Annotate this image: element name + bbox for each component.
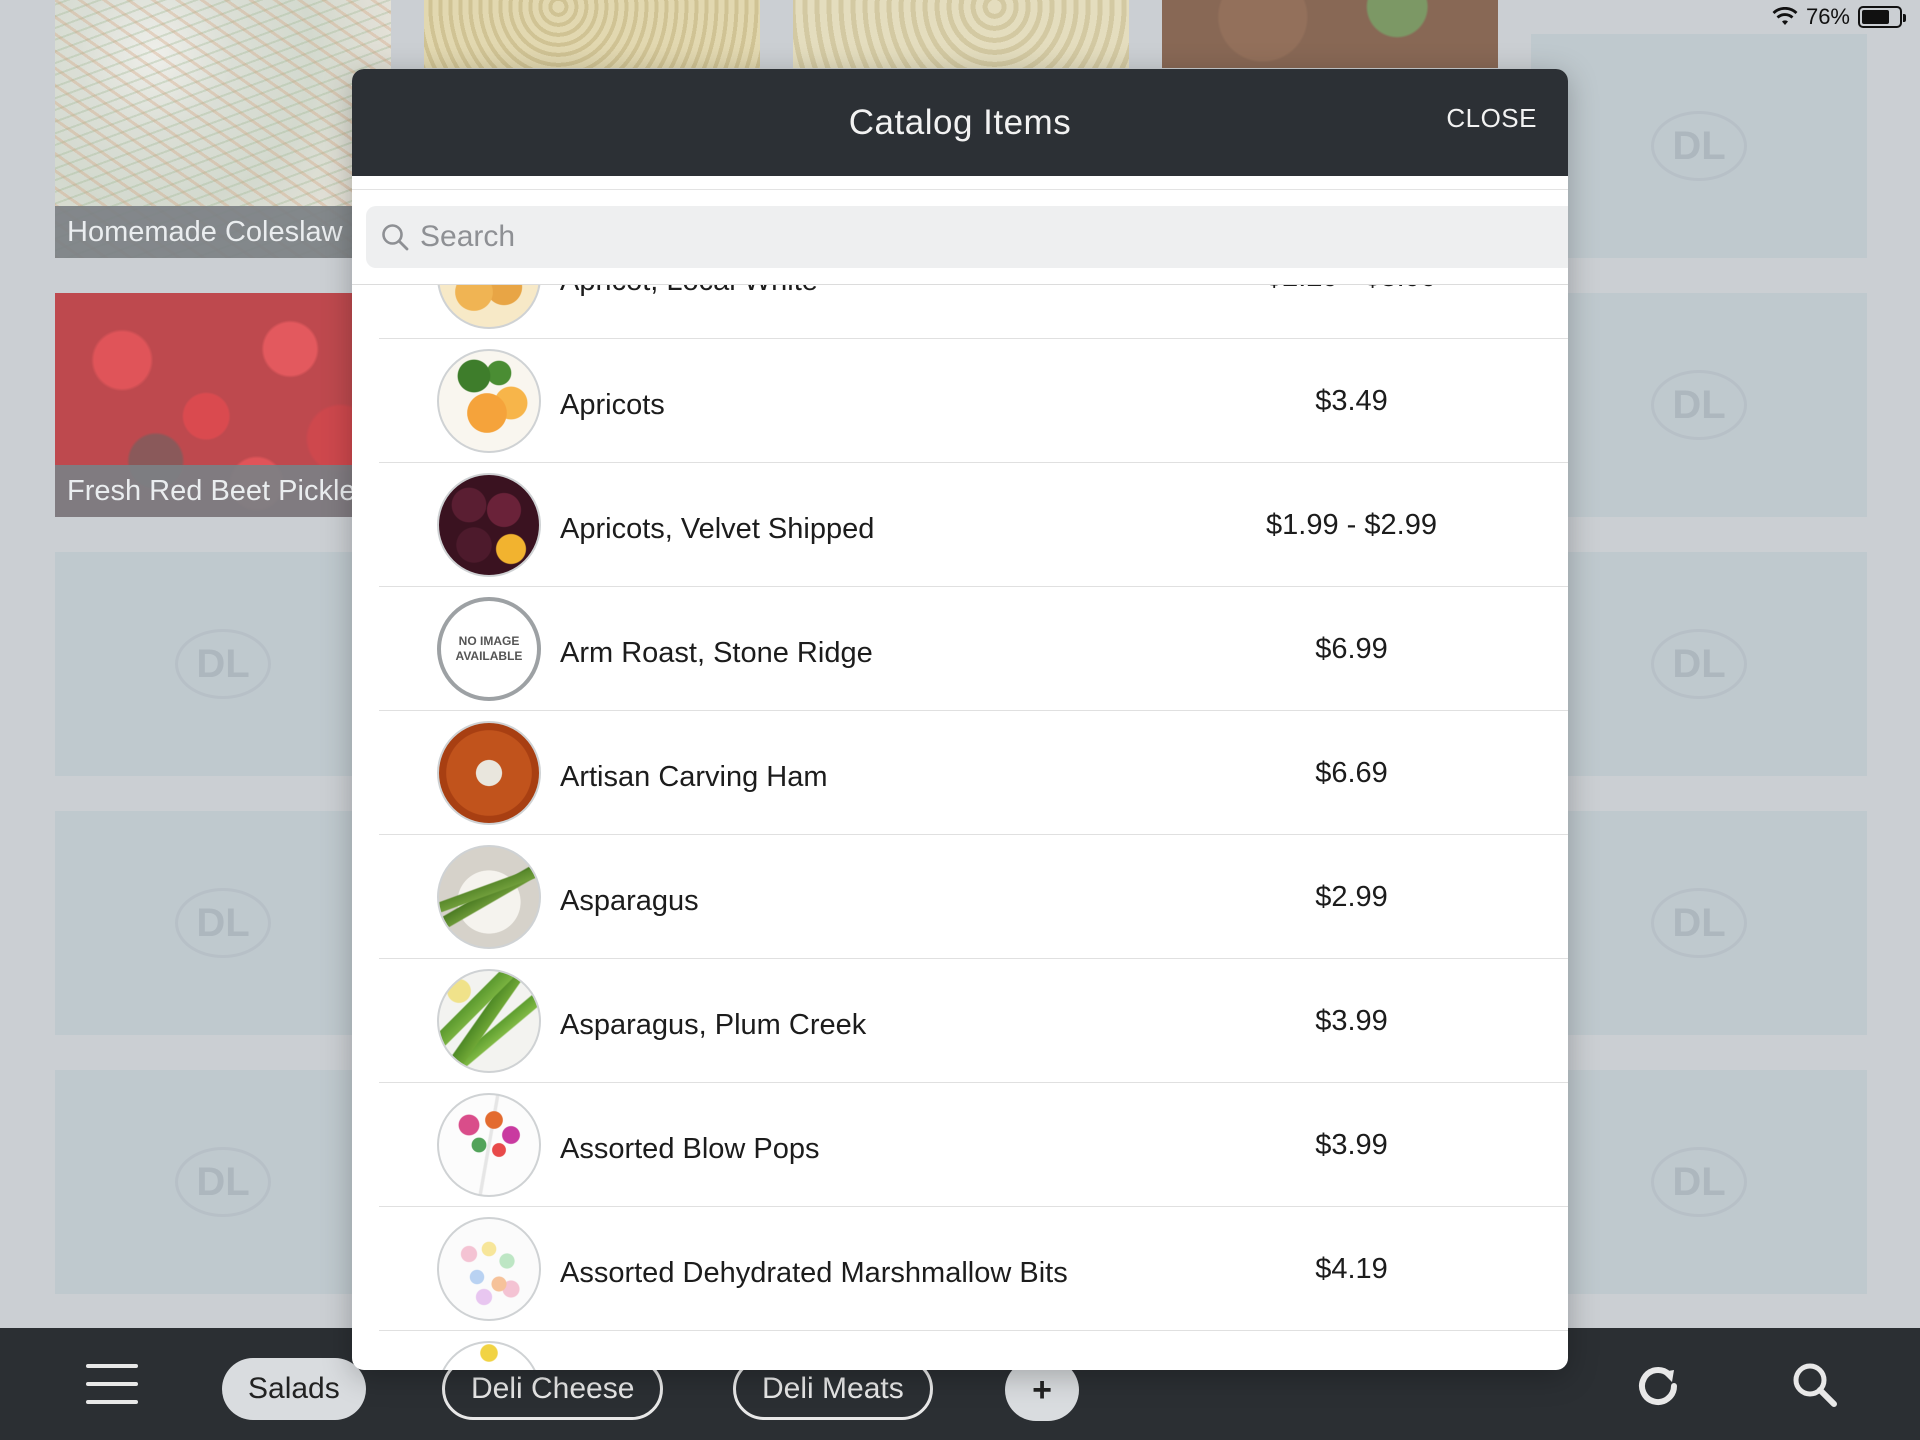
list-item[interactable]: NO IMAGE AVAILABLE Arm Roast, Stone Ridge…: [379, 587, 1568, 711]
product-thumbnail: [437, 349, 541, 453]
item-name: Apricots: [560, 388, 665, 421]
list-item[interactable]: Apricot, Local White $2.29 - $3.99: [379, 283, 1568, 339]
category-tab-salads[interactable]: Salads: [222, 1358, 366, 1420]
modal-title: Catalog Items: [848, 102, 1072, 142]
item-price: $3.99: [1315, 1128, 1388, 1161]
list-item[interactable]: Assorted Blow Pops $3.99: [379, 1083, 1568, 1207]
search-input[interactable]: [420, 220, 1320, 254]
item-price: $2.29 - $3.99: [1239, 283, 1464, 339]
battery-fill: [1862, 10, 1890, 24]
no-image-placeholder: NO IMAGE AVAILABLE: [437, 597, 541, 701]
list-item[interactable]: Asparagus $2.99: [379, 835, 1568, 959]
menu-icon[interactable]: [86, 1364, 138, 1404]
status-bar: 76%: [1772, 0, 1920, 34]
product-thumbnail: [437, 283, 541, 329]
item-price: $4.19: [1315, 1252, 1388, 1285]
battery-percent: 76%: [1805, 4, 1850, 29]
divider: [352, 284, 1568, 285]
search-box[interactable]: [366, 206, 1568, 268]
search-bar: [352, 189, 1568, 285]
product-thumbnail: [437, 1341, 541, 1370]
product-thumbnail: [437, 969, 541, 1073]
item-price: $3.99: [1315, 1004, 1388, 1037]
modal-header: Catalog Items CLOSE: [352, 69, 1568, 176]
search-icon[interactable]: [1786, 1356, 1846, 1416]
item-price: $3.49: [1315, 384, 1388, 417]
list-item[interactable]: Apricots, Velvet Shipped $1.99 - $2.99: [379, 463, 1568, 587]
search-icon: [382, 224, 409, 251]
item-name: Assorted Blow Pops: [560, 1132, 820, 1165]
item-name: Apricots, Velvet Shipped: [560, 512, 875, 545]
wifi-icon: [1772, 7, 1798, 25]
product-thumbnail: [437, 1093, 541, 1197]
item-name: Arm Roast, Stone Ridge: [560, 636, 873, 669]
catalog-list[interactable]: Apricot, Local White $2.29 - $3.99 Apric…: [352, 283, 1568, 1370]
product-thumbnail: [437, 1217, 541, 1321]
list-item[interactable]: Apricots $3.49: [379, 339, 1568, 463]
list-item[interactable]: [379, 1331, 1568, 1370]
product-thumbnail: [437, 721, 541, 825]
item-name: Apricot, Local White: [560, 283, 818, 339]
item-price: $6.69: [1315, 756, 1388, 789]
battery-icon: [1858, 6, 1906, 28]
catalog-items-modal: Catalog Items CLOSE Apricot, Local White…: [352, 69, 1568, 1370]
close-button[interactable]: CLOSE: [1446, 103, 1537, 134]
item-name: Asparagus, Plum Creek: [560, 1008, 867, 1041]
item-price: $1.99 - $2.99: [1266, 508, 1437, 541]
item-name: Artisan Carving Ham: [560, 760, 828, 793]
list-item[interactable]: Artisan Carving Ham $6.69: [379, 711, 1568, 835]
item-price: $2.99: [1315, 880, 1388, 913]
item-price: $6.99: [1315, 632, 1388, 665]
refresh-icon[interactable]: [1628, 1356, 1688, 1416]
list-item[interactable]: Asparagus, Plum Creek $3.99: [379, 959, 1568, 1083]
list-item[interactable]: Assorted Dehydrated Marshmallow Bits $4.…: [379, 1207, 1568, 1331]
item-name: Assorted Dehydrated Marshmallow Bits: [560, 1256, 1068, 1289]
product-thumbnail: [437, 473, 541, 577]
product-thumbnail: [437, 845, 541, 949]
item-name: Asparagus: [560, 884, 699, 917]
